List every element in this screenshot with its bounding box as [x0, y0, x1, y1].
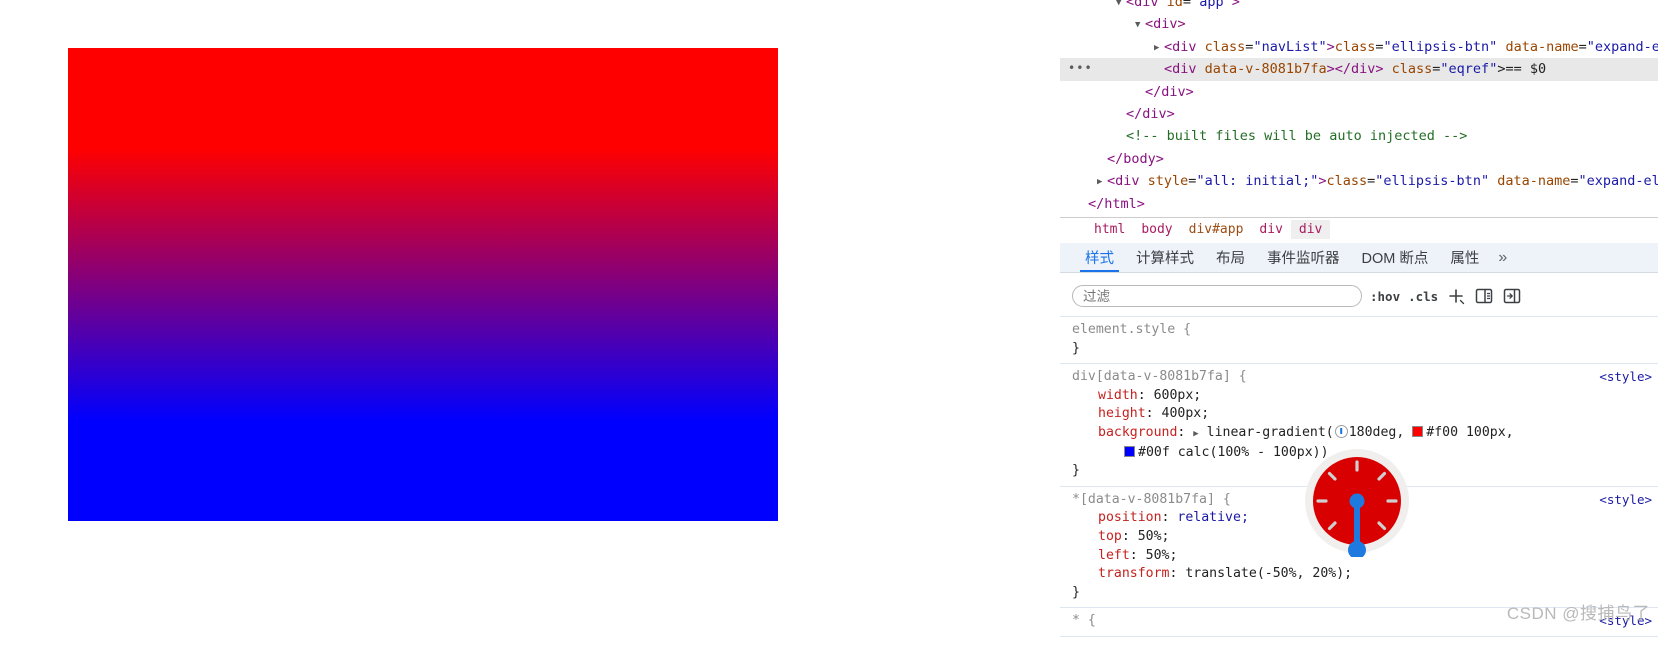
css-selector[interactable]: *[data-v-8081b7fa] {	[1072, 491, 1658, 510]
disclosure-triangle-icon[interactable]	[1154, 37, 1164, 59]
hov-toggle-button[interactable]: :hov	[1370, 289, 1400, 304]
dom-node-row[interactable]: ••• <div data-v-8081b7fa></div> class="eq…	[1060, 58, 1658, 81]
style-source-link[interactable]: <style>	[1599, 491, 1652, 510]
dom-node-text: </body>	[1107, 150, 1164, 167]
dom-node-row[interactable]: <div>	[1060, 13, 1658, 35]
css-property: top	[1098, 528, 1122, 544]
css-declaration[interactable]: left: 50%;	[1072, 547, 1658, 566]
css-selector[interactable]: div[data-v-8081b7fa] {	[1072, 368, 1658, 387]
node-menu-icon[interactable]: •••	[1068, 61, 1093, 75]
tab-属性[interactable]: 属性	[1439, 243, 1490, 272]
css-rule[interactable]: <style> div[data-v-8081b7fa] {width: 600p…	[1060, 364, 1658, 487]
dom-node-text: </div>	[1126, 105, 1175, 122]
css-property: left	[1098, 547, 1130, 563]
computed-sidebar-icon[interactable]	[1474, 286, 1494, 306]
tab-计算样式[interactable]: 计算样式	[1125, 243, 1205, 272]
breadcrumb-item-html[interactable]: html	[1086, 220, 1133, 239]
css-declaration[interactable]: top: 50%;	[1072, 528, 1658, 547]
new-style-rule-button[interactable]	[1446, 286, 1466, 306]
disclosure-triangle-icon[interactable]	[1135, 14, 1145, 36]
color-swatch[interactable]	[1124, 445, 1135, 457]
disclosure-triangle-icon[interactable]	[1116, 0, 1126, 14]
css-value: translate(-50%, 20%);	[1185, 566, 1353, 582]
dom-node-text: <div id="app">	[1126, 0, 1240, 10]
breadcrumb-item-body[interactable]: body	[1133, 220, 1180, 239]
gradient-expand-icon[interactable]: ▶	[1193, 429, 1198, 439]
css-declaration[interactable]: height: 400px;	[1072, 405, 1658, 424]
css-property: transform	[1098, 566, 1170, 582]
css-value: 50%;	[1145, 547, 1178, 563]
css-value: 50%;	[1137, 528, 1170, 544]
csdn-watermark: CSDN @搜捕鸟了	[1506, 604, 1650, 623]
tab-布局[interactable]: 布局	[1205, 243, 1256, 272]
more-tabs-icon[interactable]: »	[1490, 243, 1515, 272]
css-property: background	[1098, 424, 1178, 440]
page-viewport	[0, 0, 1060, 658]
breadcrumb[interactable]: html body div#app div div	[1060, 217, 1658, 241]
gradient-angle-dial-icon[interactable]	[1334, 424, 1348, 438]
css-rule-close: }	[1072, 463, 1080, 479]
styles-tabbar[interactable]: 样式 计算样式 布局 事件监听器 DOM 断点 属性»	[1060, 243, 1658, 273]
dom-node-text: </div>	[1145, 83, 1194, 100]
css-property: width	[1098, 387, 1138, 403]
css-rule[interactable]: element.style {}	[1060, 316, 1658, 365]
devtools-panel: <div id="app"> <div> <div class="navList">…	[1060, 0, 1658, 658]
dom-node-row[interactable]: <div class="navList">class="ellipsis-btn…	[1060, 36, 1658, 58]
css-declaration[interactable]: width: 600px;	[1072, 387, 1658, 406]
dom-node-text: <div style="all: initial;">class="ellips…	[1107, 173, 1658, 190]
css-declaration[interactable]: position: relative;	[1072, 509, 1658, 528]
css-property: height	[1098, 406, 1146, 422]
breadcrumb-item-div-app[interactable]: div#app	[1181, 220, 1252, 239]
dom-node-text: <div data-v-8081b7fa></div> class="eqref…	[1164, 61, 1547, 78]
style-source-link[interactable]: <style>	[1599, 368, 1652, 387]
dom-node-text: </html>	[1088, 195, 1145, 212]
screenshot-root: <div id="app"> <div> <div class="navList">…	[0, 0, 1658, 658]
styles-filter-toolbar[interactable]: :hov .cls	[1060, 278, 1658, 314]
css-selector[interactable]: element.style {	[1072, 321, 1658, 340]
dom-node-row[interactable]: <div style="all: initial;">class="ellips…	[1060, 170, 1658, 192]
dom-node-row[interactable]: <div id="app">	[1060, 0, 1658, 13]
dom-node-row[interactable]: </div>	[1060, 103, 1658, 125]
breadcrumb-item-div[interactable]: div	[1290, 220, 1331, 239]
tab-DOM 断点[interactable]: DOM 断点	[1351, 243, 1440, 272]
cls-toggle-button[interactable]: .cls	[1408, 289, 1438, 304]
css-rule-close: }	[1072, 340, 1080, 356]
css-declaration[interactable]: transform: translate(-50%, 20%);	[1072, 565, 1658, 584]
css-value: relative;	[1177, 510, 1249, 526]
elements-dom-tree[interactable]: <div id="app"> <div> <div class="navList">…	[1060, 0, 1658, 213]
dom-node-row[interactable]: </body>	[1060, 148, 1658, 170]
dom-node-text: <!-- built files will be auto injected -…	[1126, 128, 1468, 145]
dom-node-text: <div class="navList">class="ellipsis-btn…	[1164, 38, 1658, 55]
css-rule[interactable]: <style> *[data-v-8081b7fa] {position: rel…	[1060, 487, 1658, 609]
color-swatch[interactable]	[1412, 425, 1424, 437]
css-property: position	[1098, 510, 1162, 526]
dom-node-row[interactable]: </div>	[1060, 81, 1658, 103]
tab-样式[interactable]: 样式	[1074, 243, 1125, 272]
css-declaration[interactable]: background: ▶ linear-gradient(180deg, #f…	[1072, 424, 1658, 462]
tab-事件监听器[interactable]: 事件监听器	[1256, 243, 1351, 272]
gradient-demo-box	[68, 48, 778, 521]
dom-node-row[interactable]: </html>	[1060, 193, 1658, 215]
breadcrumb-item-div[interactable]: div	[1251, 220, 1290, 239]
toggle-sidebar-icon[interactable]	[1502, 286, 1522, 306]
disclosure-triangle-icon[interactable]	[1097, 171, 1107, 193]
css-value: 400px;	[1161, 406, 1210, 422]
dom-node-text: <div>	[1145, 16, 1186, 33]
filter-input[interactable]	[1072, 285, 1362, 307]
css-value: 600px;	[1153, 387, 1202, 403]
dom-node-row[interactable]: <!-- built files will be auto injected -…	[1060, 125, 1658, 147]
